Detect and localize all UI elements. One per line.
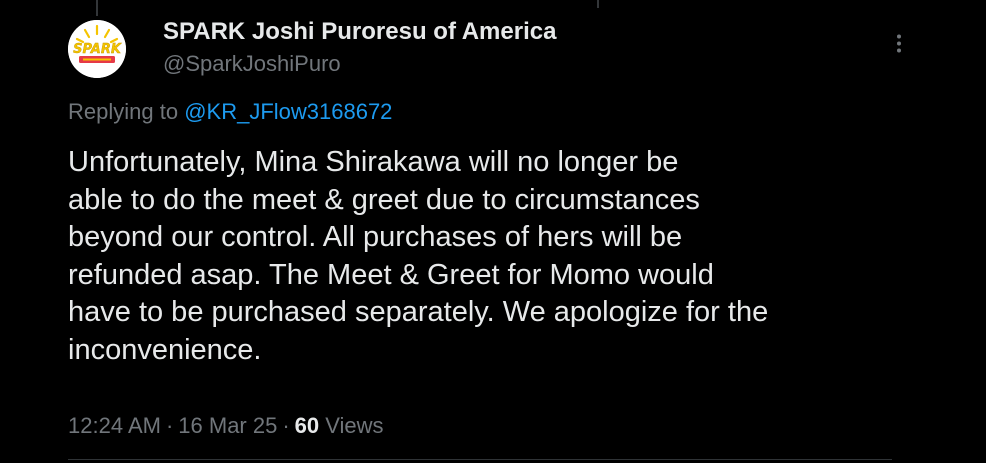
previous-tweet-remnant	[597, 0, 599, 8]
replying-to-label: Replying to	[68, 99, 185, 124]
meta-separator: ·	[282, 413, 290, 438]
logo-wordmark: SPARK	[73, 42, 122, 57]
tweet-meta: 12:24 AM · 16 Mar 25 · 60 Views	[68, 411, 384, 441]
more-vertical-icon	[897, 34, 901, 53]
tweet-text-line: inconvenience.	[68, 333, 262, 366]
tweet-text-line: able to do the meet & greet due to circu…	[68, 183, 700, 216]
tweet-date[interactable]: 16 Mar 25	[178, 413, 277, 438]
views-count: 60	[294, 413, 320, 438]
author-display-name[interactable]: SPARK Joshi Puroresu of America	[163, 17, 556, 47]
tweet-time[interactable]: 12:24 AM	[68, 413, 161, 438]
spark-logo-icon: SPARK	[68, 20, 126, 78]
more-options-button[interactable]	[884, 28, 914, 58]
tweet-text-line: Unfortunately, Mina Shirakawa will no lo…	[68, 146, 679, 178]
divider	[68, 459, 892, 460]
thread-connector-line	[96, 0, 98, 16]
replying-to: Replying to @KR_JFlow3168672	[68, 97, 392, 127]
views-label: Views	[319, 413, 384, 438]
tweet-text: Unfortunately, Mina Shirakawa will no lo…	[68, 144, 928, 369]
author-info: SPARK Joshi Puroresu of America @SparkJo…	[163, 17, 556, 79]
tweet-text-line: have to be purchased separately. We apol…	[68, 296, 769, 328]
author-handle[interactable]: @SparkJoshiPuro	[163, 49, 556, 79]
tweet-text-line: refunded asap. The Meet & Greet for Momo…	[68, 258, 714, 291]
meta-separator: ·	[165, 413, 174, 438]
tweet-text-line: beyond our control. All purchases of her…	[68, 221, 683, 253]
avatar[interactable]: SPARK	[68, 20, 126, 78]
reply-mention-link[interactable]: @KR_JFlow3168672	[184, 99, 392, 124]
